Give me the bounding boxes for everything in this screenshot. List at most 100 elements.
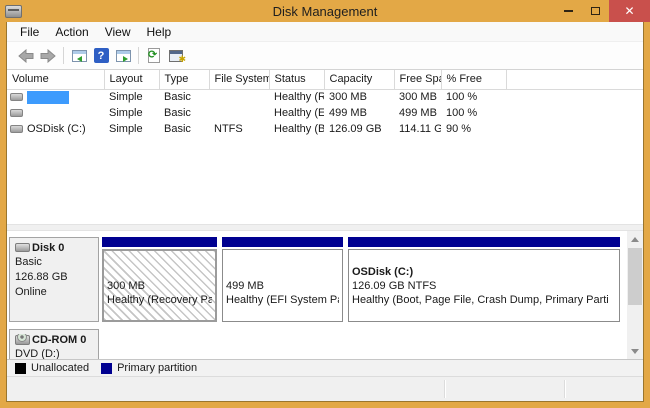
disk-0-row: Disk 0 Basic 126.88 GB Online 300 MB Hea…: [9, 237, 623, 322]
cdrom-name: CD-ROM 0: [32, 334, 86, 346]
col-percent-free[interactable]: % Free: [441, 70, 506, 89]
col-volume[interactable]: Volume: [7, 70, 104, 89]
menu-view[interactable]: View: [97, 22, 139, 42]
volume-icon: [10, 109, 23, 117]
window-controls: ✕: [555, 0, 650, 22]
legend-bar: Unallocated Primary partition: [7, 359, 643, 376]
selected-volume-highlight: [27, 91, 69, 104]
cell-type: Basic: [159, 121, 209, 137]
col-filler: [506, 70, 643, 89]
volume-row-recovery[interactable]: Simple Basic Healthy (R... 300 MB 300 MB…: [7, 89, 643, 105]
partition-efi-system[interactable]: 499 MB Healthy (EFI System Partit: [222, 237, 343, 322]
window-title: Disk Management: [0, 4, 650, 19]
cell-capacity: 300 MB: [324, 89, 394, 105]
partition-color-band: [222, 237, 343, 247]
cell-free-space: 114.11 GB: [394, 121, 441, 137]
volume-row-osdisk[interactable]: OSDisk (C:) Simple Basic NTFS Healthy (B…: [7, 121, 643, 137]
disk-0-partitions: 300 MB Healthy (Recovery Parti 499 MB He…: [102, 237, 620, 322]
partition-recovery[interactable]: 300 MB Healthy (Recovery Parti: [102, 237, 217, 322]
volume-row-efi[interactable]: Simple Basic Healthy (E... 499 MB 499 MB…: [7, 105, 643, 121]
pane-splitter[interactable]: [7, 224, 643, 231]
cell-percent-free: 100 %: [441, 105, 506, 121]
col-file-system[interactable]: File System: [209, 70, 269, 89]
status-bar: [7, 376, 643, 401]
disk-size: 126.88 GB: [15, 270, 96, 285]
show-console-tree-icon[interactable]: [68, 45, 90, 67]
cell-type: Basic: [159, 89, 209, 105]
table-header-row: Volume Layout Type File System Status Ca…: [7, 70, 643, 89]
partition-label: [107, 265, 212, 279]
maximize-icon[interactable]: [582, 0, 609, 22]
toolbar-separator: [63, 47, 64, 64]
partition-size: 499 MB: [226, 279, 339, 293]
cdrom-icon: [15, 335, 30, 345]
cell-file-system: NTFS: [209, 121, 269, 137]
menu-file[interactable]: File: [12, 22, 47, 42]
graphical-view-pane: Disk 0 Basic 126.88 GB Online 300 MB Hea…: [7, 231, 643, 359]
cell-free-space: 499 MB: [394, 105, 441, 121]
refresh-icon[interactable]: ⟳: [143, 45, 165, 67]
back-icon[interactable]: [15, 45, 37, 67]
volumes-table: Volume Layout Type File System Status Ca…: [7, 70, 643, 137]
disk-name: Disk 0: [32, 242, 64, 254]
minimize-icon[interactable]: [555, 0, 582, 22]
disk-0-header[interactable]: Disk 0 Basic 126.88 GB Online: [9, 237, 99, 322]
partition-status: Healthy (Boot, Page File, Crash Dump, Pr…: [352, 293, 616, 307]
volume-icon: [10, 93, 23, 101]
primary-partition-swatch: [101, 363, 112, 374]
disk-status: Online: [15, 285, 96, 300]
col-free-space[interactable]: Free Spa...: [394, 70, 441, 89]
volume-name: OSDisk (C:): [27, 123, 86, 135]
toolbar: ? ⟳ ✱: [7, 42, 643, 70]
cell-capacity: 126.09 GB: [324, 121, 394, 137]
cdrom-0-header[interactable]: CD-ROM 0 DVD (D:): [9, 329, 99, 359]
disk-management-window: Disk Management ✕ File Action View Help: [0, 0, 650, 408]
statusbar-divider: [564, 380, 566, 398]
volume-icon: [10, 125, 23, 133]
partition-status: Healthy (Recovery Parti: [107, 293, 212, 307]
cell-file-system: [209, 89, 269, 105]
cell-status: Healthy (R...: [269, 89, 324, 105]
col-layout[interactable]: Layout: [104, 70, 159, 89]
scroll-down-icon[interactable]: [627, 343, 643, 359]
unallocated-swatch: [15, 363, 26, 374]
cell-status: Healthy (E...: [269, 105, 324, 121]
menubar: File Action View Help: [7, 22, 643, 42]
cell-file-system: [209, 105, 269, 121]
partition-size: 300 MB: [107, 279, 212, 293]
disk-icon: [15, 243, 30, 252]
disk-type: Basic: [15, 255, 96, 270]
col-capacity[interactable]: Capacity: [324, 70, 394, 89]
partition-size: 126.09 GB NTFS: [352, 279, 616, 293]
partition-label: [226, 265, 339, 279]
col-status[interactable]: Status: [269, 70, 324, 89]
vertical-scrollbar[interactable]: [627, 231, 643, 359]
show-action-pane-icon[interactable]: [112, 45, 134, 67]
volume-list-pane: Volume Layout Type File System Status Ca…: [7, 70, 643, 224]
cell-free-space: 300 MB: [394, 89, 441, 105]
cell-percent-free: 100 %: [441, 89, 506, 105]
legend-unallocated-label: Unallocated: [31, 362, 89, 374]
legend-primary-partition-label: Primary partition: [117, 362, 197, 374]
col-type[interactable]: Type: [159, 70, 209, 89]
cell-layout: Simple: [104, 105, 159, 121]
titlebar[interactable]: Disk Management ✕: [0, 0, 650, 22]
menu-help[interactable]: Help: [139, 22, 180, 42]
scroll-up-icon[interactable]: [627, 231, 643, 247]
cdrom-0-row: CD-ROM 0 DVD (D:): [9, 329, 623, 359]
partition-color-band: [348, 237, 620, 247]
menu-action[interactable]: Action: [47, 22, 96, 42]
partition-color-band: [102, 237, 217, 247]
disk-management-console-icon[interactable]: ✱: [165, 45, 187, 67]
scrollbar-thumb[interactable]: [628, 248, 642, 305]
partition-osdisk-c[interactable]: OSDisk (C:) 126.09 GB NTFS Healthy (Boot…: [348, 237, 620, 322]
cdrom-media: DVD (D:): [15, 347, 96, 359]
close-icon[interactable]: ✕: [609, 0, 650, 22]
cell-type: Basic: [159, 105, 209, 121]
cell-percent-free: 90 %: [441, 121, 506, 137]
window-content: File Action View Help ?: [6, 22, 644, 402]
help-icon[interactable]: ?: [90, 45, 112, 67]
cell-layout: Simple: [104, 89, 159, 105]
partition-status: Healthy (EFI System Partit: [226, 293, 339, 307]
forward-icon[interactable]: [37, 45, 59, 67]
